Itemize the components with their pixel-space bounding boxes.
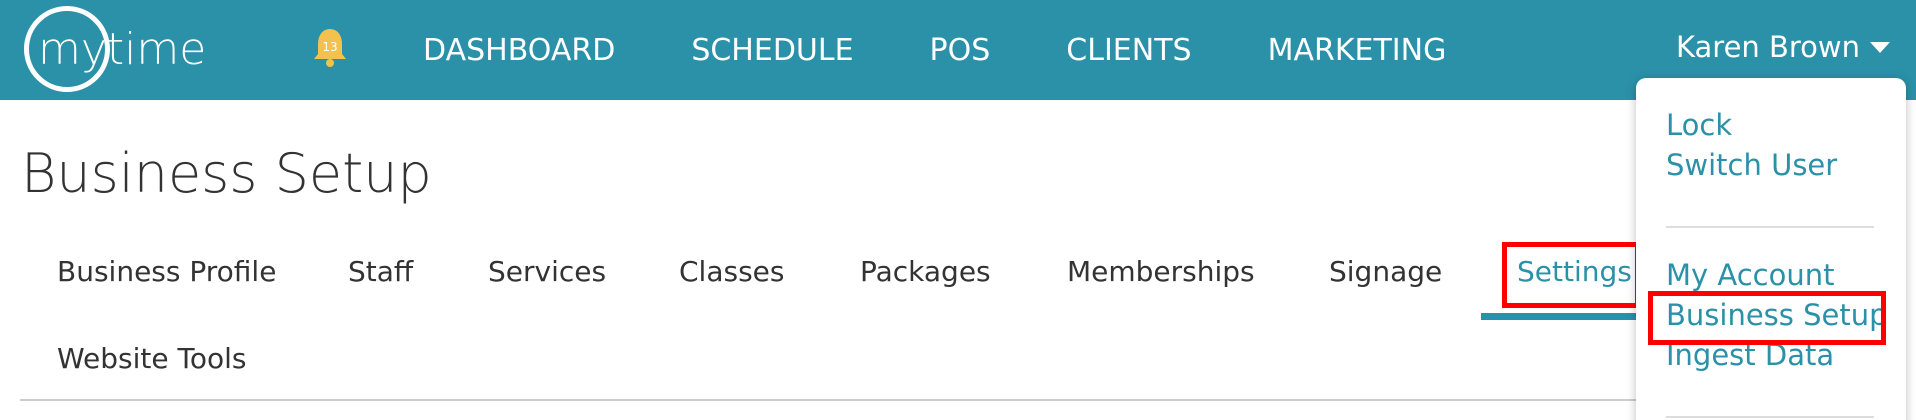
tab-website-tools[interactable]: Website Tools: [57, 342, 247, 375]
menu-item-lock[interactable]: Lock: [1666, 108, 1732, 142]
settings-highlight-box: [1502, 242, 1640, 308]
tab-business-profile[interactable]: Business Profile: [57, 255, 276, 288]
page-title: Business Setup: [21, 142, 432, 205]
tab-packages[interactable]: Packages: [860, 255, 991, 288]
tab-signage[interactable]: Signage: [1329, 255, 1442, 288]
business-setup-highlight-box: [1648, 291, 1886, 345]
tabs-divider: [20, 399, 1640, 401]
tab-services[interactable]: Services: [488, 255, 606, 288]
tab-staff[interactable]: Staff: [348, 255, 413, 288]
menu-separator: [1666, 226, 1874, 228]
menu-item-my-account[interactable]: My Account: [1666, 258, 1835, 292]
user-name: Karen Brown: [1676, 30, 1861, 64]
tab-memberships[interactable]: Memberships: [1067, 255, 1255, 288]
menu-separator: [1666, 416, 1874, 418]
nav-schedule[interactable]: SCHEDULE: [691, 33, 853, 68]
nav-pos[interactable]: POS: [930, 33, 991, 68]
tab-classes[interactable]: Classes: [679, 255, 784, 288]
notification-count: 13: [322, 40, 337, 54]
bell-icon: 13: [314, 29, 346, 67]
nav-marketing[interactable]: MARKETING: [1268, 33, 1447, 68]
nav-clients[interactable]: CLIENTS: [1066, 33, 1191, 68]
logo-text: mytime: [38, 23, 207, 75]
nav-dashboard[interactable]: DASHBOARD: [423, 33, 615, 68]
notification-bell-icon[interactable]: 13: [312, 26, 348, 68]
top-navigation-bar: mytime 13 DASHBOARD SCHEDULE POS CLIENTS…: [0, 0, 1916, 100]
active-tab-indicator: [1481, 313, 1640, 320]
mytime-logo[interactable]: mytime: [24, 6, 206, 92]
caret-down-icon: [1870, 41, 1891, 53]
user-dropdown-menu: Lock Switch User My Account Business Set…: [1636, 78, 1906, 420]
main-nav: DASHBOARD SCHEDULE POS CLIENTS MARKETING: [423, 0, 1522, 100]
menu-item-switch-user[interactable]: Switch User: [1666, 148, 1837, 182]
